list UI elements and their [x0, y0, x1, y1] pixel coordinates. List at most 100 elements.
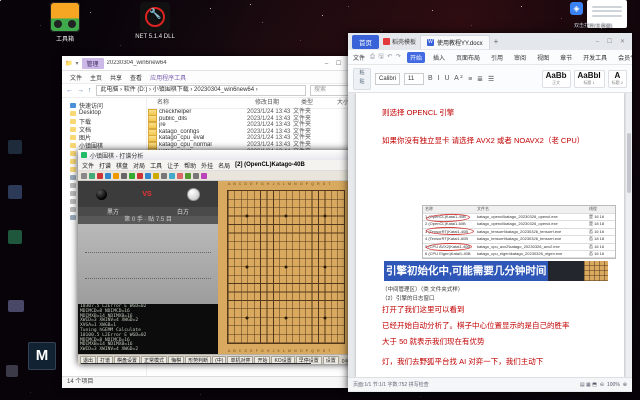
toolbar-icon[interactable]	[169, 172, 175, 179]
desktop-icon[interactable]	[8, 185, 22, 199]
table-row[interactable]: katago_configs 2023/1/24 13:43 文件夹	[147, 128, 360, 136]
tab-member[interactable]: 会员专享	[615, 52, 632, 63]
table-row[interactable]: katago_cpu_normal 2023/1/24 13:43 文件夹	[147, 141, 360, 149]
list-column-headers[interactable]: 名称 修改日期 类型 大小	[147, 98, 360, 109]
desktop-icon[interactable]	[8, 140, 22, 154]
nav-item-pictures[interactable]: 图片	[62, 133, 146, 142]
style-chip-h2[interactable]: A 标题 2	[607, 69, 627, 88]
toolbar-icon[interactable]	[137, 172, 143, 179]
col-date[interactable]: 修改日期	[255, 98, 301, 108]
settings-button[interactable]: 设置	[322, 356, 339, 364]
folder-icon	[70, 158, 76, 164]
menu-handicap[interactable]: 让子	[167, 161, 179, 170]
desktop-icon[interactable]	[6, 365, 18, 377]
go-title-bar[interactable]: 小镇围棋 - 打谱分析	[78, 150, 362, 160]
toolbar-icon[interactable]	[201, 172, 207, 179]
toolbar-icon[interactable]	[97, 172, 103, 179]
menu-game[interactable]: 对局	[133, 161, 145, 170]
menu-help[interactable]: 帮助	[184, 161, 196, 170]
tab-view[interactable]: 查看	[130, 73, 142, 82]
font-size-select[interactable]: 11	[404, 72, 425, 85]
menu-plugin[interactable]: 外挂	[201, 161, 213, 170]
menu-record[interactable]: 打谱	[99, 161, 111, 170]
toolbar-icon[interactable]	[177, 172, 183, 179]
engine-console[interactable]: 10307.5 L2Error E WGD=02 MDIMCD=8 NDIMCD…	[78, 304, 218, 354]
paragraph-icons[interactable]: ≡ ≣ ☰	[468, 75, 496, 83]
tab-start[interactable]: 开始	[406, 51, 425, 63]
tab-share[interactable]: 共享	[110, 73, 122, 82]
toolbar-icon[interactable]	[113, 172, 119, 179]
tab-section[interactable]: 章节	[557, 52, 575, 63]
table-row[interactable]: jre 2023/1/24 13:43 文件夹	[147, 121, 360, 129]
quick-icons[interactable]: ⎙ 🖫 ↶ ↷	[370, 52, 402, 62]
document-tab[interactable]: W 使用教程YY.docx	[420, 34, 490, 49]
toolbar-icon[interactable]	[81, 172, 87, 179]
tab-dev-tools[interactable]: 开发工具	[580, 52, 610, 63]
toolbar-icon[interactable]	[105, 172, 111, 179]
col-type[interactable]: 类型	[301, 98, 337, 108]
desktop-icon[interactable]	[8, 300, 24, 312]
wps-tab-bar: 首页 稻壳模板 W 使用教程YY.docx + – ☐ ✕	[348, 33, 632, 50]
nav-item-folder[interactable]: 小镇围棋	[62, 141, 146, 150]
tab-page-layout[interactable]: 页面布局	[453, 52, 483, 63]
folder-icon	[70, 166, 76, 172]
file-menu[interactable]: 文件	[353, 53, 365, 62]
desktop-icon[interactable]	[8, 230, 22, 244]
col-name[interactable]: 名称	[147, 98, 255, 108]
back-forward-up-icons[interactable]: ← → ↑	[66, 87, 92, 94]
desktop-icon-toolbox[interactable]: 工具箱	[42, 2, 88, 43]
desktop-icon-m-app[interactable]: M	[28, 342, 56, 370]
desktop-icon-dll-tool[interactable]: NET 5.1.4 DLL	[132, 2, 178, 40]
toolbar-icon[interactable]	[89, 172, 95, 179]
zoom-in-icon[interactable]: ⊕	[623, 382, 627, 388]
quick-access-toolbar[interactable]: ▾	[75, 60, 78, 67]
new-tab-button[interactable]: +	[494, 37, 499, 46]
manage-ribbon-tab[interactable]: 管理	[81, 57, 104, 69]
style-chip-body[interactable]: AaBb 正文	[541, 69, 571, 88]
table-row[interactable]: katago_cpu_eval 2023/1/24 13:43 文件夹	[147, 135, 360, 143]
toolbar-icon[interactable]	[145, 172, 151, 179]
analysis-panel[interactable]	[78, 224, 218, 304]
menu-games[interactable]: 名局	[218, 161, 230, 170]
vertical-scrollbar[interactable]	[626, 93, 632, 377]
embedded-init-message-image[interactable]: 引擎初始化中,可能需要几分钟时间	[384, 261, 608, 281]
home-tab[interactable]: 首页	[352, 34, 379, 49]
tab-app-tools[interactable]: 应用程序工具	[150, 73, 186, 82]
toolbar-icon[interactable]	[161, 172, 167, 179]
toolbar-icon[interactable]	[193, 172, 199, 179]
menu-file[interactable]: 文件	[82, 161, 94, 170]
view-mode-icons[interactable]: ▤ ▦ ⬒	[580, 382, 597, 388]
toolbar-icon[interactable]	[129, 172, 135, 179]
tab-references[interactable]: 引用	[488, 52, 506, 63]
menu-tools[interactable]: 工具	[150, 161, 162, 170]
nav-item-desktop[interactable]: Desktop	[62, 109, 146, 117]
tab-home[interactable]: 主页	[90, 73, 102, 82]
document-page[interactable]: 则选择 OPENCL 引擎 如果你没有独立显卡 请选择 AVX2 或者 NOAV…	[356, 93, 624, 377]
tab-file[interactable]: 文件	[70, 73, 82, 82]
menu-board[interactable]: 棋盘	[116, 161, 128, 170]
docer-tab[interactable]: 稻壳模板	[383, 37, 416, 46]
table-row[interactable]: public_dlls 2023/1/24 13:43 文件夹	[147, 115, 360, 123]
style-chip-h1[interactable]: AaBbI 标题 1	[573, 69, 605, 88]
nav-quick-access[interactable]: 快速访问	[62, 101, 146, 110]
tab-view[interactable]: 视图	[534, 52, 552, 63]
bold-italic-underline-icons[interactable]: B I U A²	[428, 75, 464, 82]
folder-icon: 📁	[65, 60, 73, 67]
toolbar-icon[interactable]	[185, 172, 191, 179]
breadcrumb[interactable]: 此电脑 › 软件 (D:) › 小镇围棋下载 › 20230304_win6ne…	[96, 85, 306, 96]
widget-button[interactable]: ◈	[570, 2, 583, 15]
explorer-title-bar[interactable]: 📁 ▾ 管理 20230304_win6new64 – ☐ ✕	[62, 56, 360, 71]
nav-item-downloads[interactable]: 下载	[62, 117, 146, 126]
tab-review[interactable]: 审阅	[511, 52, 529, 63]
nav-item-documents[interactable]: 文档	[62, 125, 146, 134]
table-row[interactable]: checkhelper 2023/1/24 13:43 文件夹	[147, 108, 360, 116]
toolbar-icon[interactable]	[153, 172, 159, 179]
paste-button[interactable]: 粘贴	[353, 67, 371, 90]
tab-insert[interactable]: 插入	[430, 52, 448, 63]
zoom-out-icon[interactable]: ⊖	[600, 382, 604, 388]
window-controls[interactable]: – ☐ ✕	[596, 38, 628, 45]
font-name-select[interactable]: Calibri	[375, 72, 401, 85]
scrollbar-thumb[interactable]	[627, 133, 631, 193]
toolbar-icon[interactable]	[121, 172, 127, 179]
go-board[interactable]: A B C D E F G H J K L M N O P Q R S T A …	[218, 181, 362, 354]
